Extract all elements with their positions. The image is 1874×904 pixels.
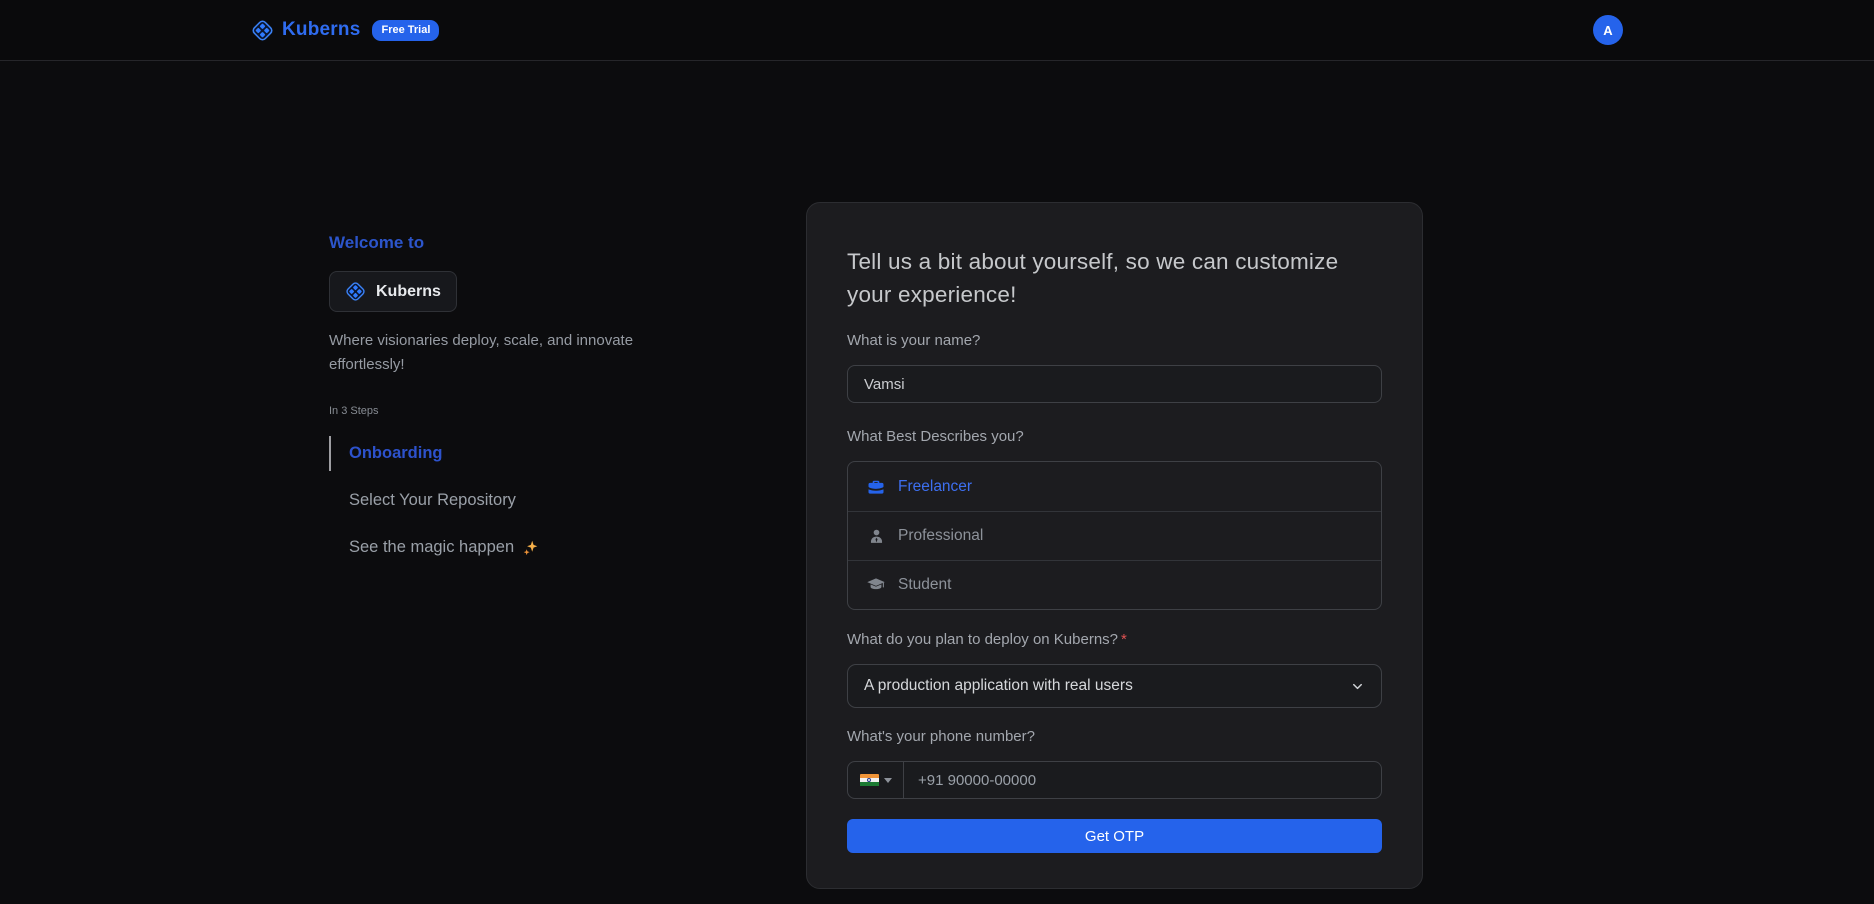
briefcase-icon (866, 477, 886, 497)
form-title-line: your experience! (847, 278, 1382, 311)
brand-name: Kuberns (282, 19, 360, 41)
kuberns-logo-icon (251, 19, 274, 42)
step-label: Select Your Repository (349, 491, 516, 510)
describe-option-label: Student (898, 576, 951, 594)
phone-input-group (847, 761, 1382, 799)
tagline-line: effortlessly! (329, 353, 674, 377)
steps-list: Onboarding Select Your Repository See th… (329, 436, 674, 565)
country-code-dropdown[interactable] (848, 762, 904, 798)
tagline-line: Where visionaries deploy, scale, and inn… (329, 329, 674, 353)
brand-link[interactable]: Kuberns Free Trial (251, 19, 439, 42)
free-trial-badge: Free Trial (372, 20, 439, 41)
required-asterisk: * (1121, 631, 1127, 648)
phone-number-input[interactable] (904, 762, 1381, 798)
welcome-heading: Welcome to (329, 233, 674, 253)
phone-label: What's your phone number? (847, 728, 1382, 746)
steps-caption: In 3 Steps (329, 405, 674, 417)
describe-option-label: Freelancer (898, 478, 972, 496)
step-label: See the magic happen (349, 538, 514, 557)
describe-option-student[interactable]: Student (848, 560, 1381, 609)
tagline: Where visionaries deploy, scale, and inn… (329, 329, 674, 377)
caret-down-icon (884, 778, 892, 783)
kuberns-logo-icon (345, 281, 366, 302)
person-icon (866, 526, 886, 546)
main-content: Welcome to Kuberns Where visionaries dep… (0, 61, 1874, 904)
welcome-panel: Welcome to Kuberns Where visionaries dep… (329, 233, 674, 577)
describe-option-label: Professional (898, 527, 983, 545)
describe-options: Freelancer Professional (847, 461, 1382, 610)
deploy-label: What do you plan to deploy on Kuberns?* (847, 631, 1382, 649)
top-navbar: Kuberns Free Trial A (0, 0, 1874, 61)
deploy-select-value: A production application with real users (864, 677, 1133, 695)
onboarding-form-card: Tell us a bit about yourself, so we can … (806, 202, 1423, 889)
describe-label: What Best Describes you? (847, 428, 1382, 446)
deploy-select[interactable]: A production application with real users (847, 664, 1382, 708)
step-see-magic: See the magic happen (329, 530, 674, 565)
chevron-down-icon (1350, 679, 1365, 694)
describe-option-freelancer[interactable]: Freelancer (848, 462, 1381, 511)
form-title-line: Tell us a bit about yourself, so we can … (847, 245, 1382, 278)
get-otp-button[interactable]: Get OTP (847, 819, 1382, 853)
step-select-repository: Select Your Repository (329, 483, 674, 518)
deploy-label-text: What do you plan to deploy on Kuberns? (847, 631, 1118, 648)
step-label: Onboarding (349, 444, 443, 463)
sparkles-icon (522, 539, 539, 556)
form-title: Tell us a bit about yourself, so we can … (847, 245, 1382, 311)
name-label: What is your name? (847, 332, 1382, 350)
describe-option-professional[interactable]: Professional (848, 511, 1381, 560)
india-flag-icon (860, 774, 879, 787)
user-avatar[interactable]: A (1593, 15, 1623, 45)
brand-name: Kuberns (376, 283, 441, 301)
step-onboarding: Onboarding (329, 436, 674, 471)
graduation-cap-icon (866, 575, 886, 595)
brand-card: Kuberns (329, 271, 457, 312)
name-input[interactable] (847, 365, 1382, 403)
